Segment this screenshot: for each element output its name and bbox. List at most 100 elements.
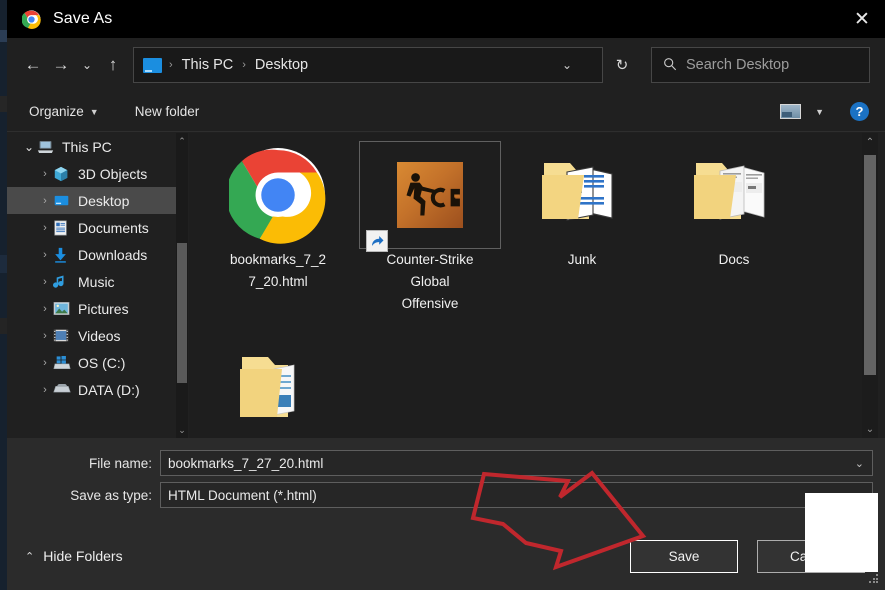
- sidebar-item-label: Videos: [78, 327, 121, 344]
- chevron-down-icon[interactable]: ⌄: [855, 457, 864, 470]
- chevron-down-icon[interactable]: ⌄: [21, 140, 37, 154]
- documents-icon: [53, 220, 70, 236]
- sidebar-item-downloads[interactable]: › Downloads: [7, 241, 188, 268]
- file-label: Counter-Strike: [386, 252, 474, 267]
- sidebar-item-label: 3D Objects: [78, 165, 148, 182]
- navigation-tree[interactable]: ⌄ This PC › 3D Objects › Desktop › Docum…: [7, 133, 188, 438]
- file-name-input[interactable]: bookmarks_7_27_20.html ⌄: [160, 450, 873, 476]
- breadcrumb-this-pc[interactable]: This PC: [180, 57, 236, 73]
- navigation-bar: ← → ⌄ ↑ › This PC › Desktop ⌄ ↻ Search D…: [7, 38, 885, 92]
- sidebar-item-label: Desktop: [78, 192, 130, 209]
- downloads-icon: [53, 247, 70, 263]
- chevron-right-icon[interactable]: ›: [37, 195, 53, 207]
- sidebar-item-label: Downloads: [78, 246, 148, 263]
- file-label: 7_20.html: [248, 274, 308, 289]
- file-label: Offensive: [401, 296, 459, 311]
- save-as-type-row: Save as type: HTML Document (*.html) ⌄: [7, 482, 873, 508]
- chevron-down-icon[interactable]: ▼: [815, 107, 824, 117]
- hide-folders-button[interactable]: ⌃ Hide Folders: [25, 548, 123, 564]
- file-list-scrollbar[interactable]: ⌃ ⌄: [862, 133, 878, 438]
- command-bar: Organize ▼ New folder ▼ ?: [7, 92, 885, 132]
- close-icon[interactable]: ✕: [839, 0, 885, 38]
- save-as-type-select[interactable]: HTML Document (*.html) ⌄: [160, 482, 873, 508]
- sidebar-item-label: Pictures: [78, 300, 129, 317]
- desktop-icon: [143, 57, 162, 73]
- chrome-logo-icon: [21, 9, 41, 29]
- sidebar-item-os-c[interactable]: › OS (C:): [7, 349, 188, 376]
- save-button[interactable]: Save: [630, 540, 738, 573]
- file-item-bookmarks-html[interactable]: bookmarks_7_2 7_20.html: [207, 141, 349, 293]
- sidebar-item-3d-objects[interactable]: › 3D Objects: [7, 160, 188, 187]
- resize-grip[interactable]: [869, 574, 880, 585]
- sidebar-item-videos[interactable]: › Videos: [7, 322, 188, 349]
- hide-folders-label: Hide Folders: [43, 548, 123, 564]
- folder-partial-icon: [207, 345, 349, 437]
- file-item-junk-folder[interactable]: Junk: [511, 141, 653, 271]
- shortcut-arrow-icon: [366, 230, 388, 252]
- file-item-docs-folder[interactable]: Docs: [663, 141, 805, 271]
- chevron-right-icon[interactable]: ›: [37, 330, 53, 342]
- address-dropdown-icon[interactable]: ⌄: [562, 58, 572, 72]
- tree-scrollbar[interactable]: ⌃ ⌄: [176, 133, 188, 438]
- sidebar-item-music[interactable]: › Music: [7, 268, 188, 295]
- forward-icon[interactable]: →: [47, 47, 75, 83]
- data-drive-icon: [53, 382, 71, 398]
- up-icon[interactable]: ↑: [99, 47, 127, 83]
- sidebar-item-data-d[interactable]: › DATA (D:): [7, 376, 188, 403]
- sidebar-item-label: DATA (D:): [78, 381, 140, 398]
- chevron-up-icon: ⌃: [25, 550, 35, 563]
- search-box[interactable]: Search Desktop: [651, 47, 870, 83]
- videos-icon: [53, 328, 70, 344]
- pictures-icon: [53, 301, 70, 317]
- file-label: Global: [410, 274, 450, 289]
- search-input[interactable]: Search Desktop: [686, 57, 789, 73]
- help-icon[interactable]: ?: [850, 102, 869, 121]
- sidebar-item-pictures[interactable]: › Pictures: [7, 295, 188, 322]
- address-bar[interactable]: › This PC › Desktop ⌄: [133, 47, 603, 83]
- change-view-icon[interactable]: [780, 104, 802, 119]
- chevron-right-icon[interactable]: ›: [37, 276, 53, 288]
- tree-scrollbar-thumb[interactable]: [177, 243, 187, 383]
- sidebar-item-documents[interactable]: › Documents: [7, 214, 188, 241]
- breadcrumb-desktop[interactable]: Desktop: [253, 57, 310, 73]
- folder-documents-icon: [511, 141, 653, 249]
- file-name-row: File name: bookmarks_7_27_20.html ⌄: [7, 450, 873, 476]
- organize-button[interactable]: Organize ▼: [29, 104, 99, 119]
- scroll-up-icon[interactable]: ⌃: [176, 133, 188, 149]
- sidebar-item-desktop[interactable]: › Desktop: [7, 187, 188, 214]
- sidebar-item-label: This PC: [62, 138, 112, 155]
- command-bar-right: ▼ ?: [780, 102, 869, 121]
- breadcrumb-separator: ›: [169, 59, 173, 71]
- folder-papers-icon: [663, 141, 805, 249]
- file-list[interactable]: bookmarks_7_2 7_20.html Counter-Strike G…: [189, 133, 862, 438]
- scroll-down-icon[interactable]: ⌄: [176, 422, 188, 438]
- music-icon: [53, 274, 70, 290]
- file-item-partial-folder[interactable]: [207, 345, 349, 437]
- back-icon[interactable]: ←: [19, 47, 47, 83]
- sidebar-item-this-pc[interactable]: ⌄ This PC: [7, 133, 188, 160]
- chevron-down-icon: ▼: [89, 106, 99, 117]
- save-as-type-label: Save as type:: [70, 487, 152, 503]
- refresh-icon[interactable]: ↻: [605, 47, 639, 83]
- file-name-value: bookmarks_7_27_20.html: [168, 455, 324, 471]
- csgo-shortcut-icon: [359, 141, 501, 252]
- file-label: Docs: [718, 252, 750, 267]
- chevron-right-icon[interactable]: ›: [37, 249, 53, 261]
- file-item-csgo-shortcut[interactable]: Counter-Strike Global Offensive: [359, 141, 501, 315]
- scroll-down-icon[interactable]: ⌄: [862, 420, 878, 438]
- chevron-right-icon[interactable]: ›: [37, 357, 53, 369]
- file-label: Junk: [567, 252, 597, 267]
- chevron-right-icon[interactable]: ›: [37, 168, 53, 180]
- title-bar: Save As ✕: [7, 0, 885, 38]
- computer-icon: [37, 139, 54, 155]
- background-window-edge: [0, 0, 7, 590]
- recent-locations-icon[interactable]: ⌄: [75, 47, 99, 83]
- file-list-scrollbar-thumb[interactable]: [864, 155, 876, 375]
- scroll-up-icon[interactable]: ⌃: [862, 133, 878, 151]
- new-folder-button[interactable]: New folder: [135, 104, 200, 119]
- chevron-right-icon[interactable]: ›: [37, 384, 53, 396]
- sidebar-item-label: Music: [78, 273, 115, 290]
- chevron-right-icon[interactable]: ›: [37, 222, 53, 234]
- breadcrumb-separator: ›: [242, 59, 246, 71]
- chevron-right-icon[interactable]: ›: [37, 303, 53, 315]
